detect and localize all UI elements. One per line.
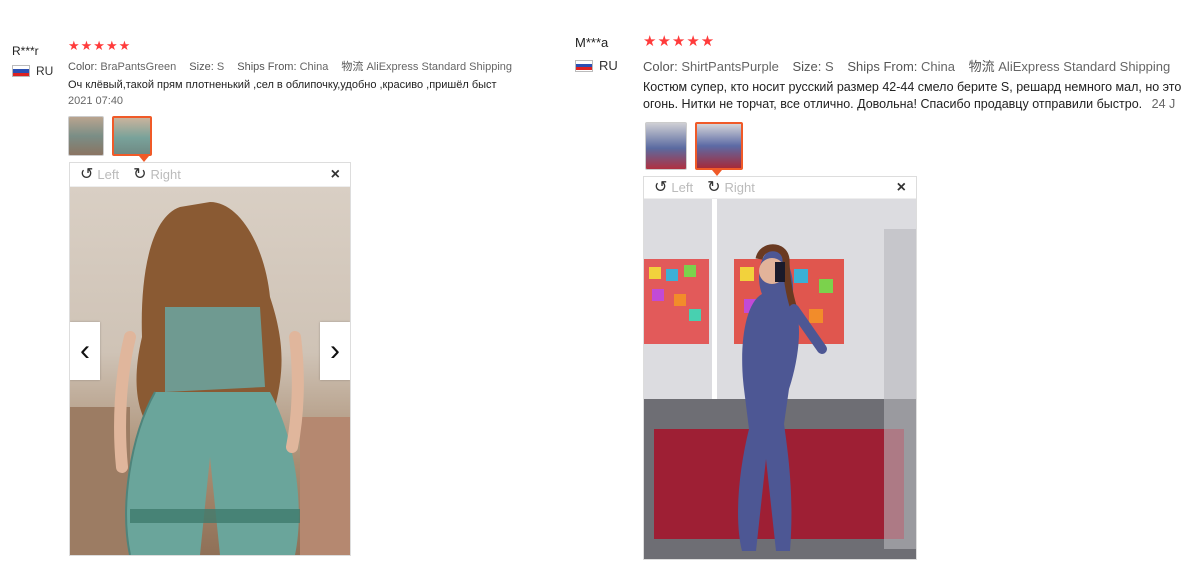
rotate-right-button[interactable]: ↻ Right	[133, 165, 181, 183]
ships-from-label: Ships From:	[237, 61, 297, 73]
shipping-value: AliExpress Standard Shipping	[366, 61, 512, 73]
photo-thumbnails	[645, 122, 743, 170]
review-photo: ‹ ›	[70, 187, 350, 555]
country-code: RU	[599, 58, 618, 73]
rating-stars: ★★★★★	[643, 33, 716, 50]
reviewer-name: R***r	[12, 44, 39, 58]
photo-thumbnail-active[interactable]	[112, 116, 152, 156]
ships-from-value: China	[299, 61, 329, 73]
shipping-label: 物流	[341, 61, 364, 73]
size-value: S	[825, 59, 834, 74]
rotate-left-button[interactable]: ↺ Left	[654, 178, 694, 196]
rotate-left-label: Left	[97, 167, 120, 182]
size-value: S	[216, 61, 225, 73]
review-photo	[644, 199, 916, 559]
color-value: ShirtPantsPurple	[681, 59, 779, 74]
rotate-right-icon: ↻	[707, 178, 721, 196]
viewer-toolbar: ↺ Left ↻ Right ×	[644, 177, 916, 199]
review-date: 24 J	[1151, 97, 1176, 111]
country-code: RU	[36, 64, 54, 78]
review-meta: Color: BraPantsGreen Size: S Ships From:…	[68, 58, 522, 74]
review-meta: Color: ShirtPantsPurple Size: S Ships Fr…	[643, 56, 1180, 75]
size-label: Size:	[189, 61, 214, 73]
chevron-right-icon: ›	[330, 334, 340, 367]
prev-photo-button[interactable]: ‹	[70, 322, 100, 380]
chevron-left-icon: ‹	[80, 334, 90, 367]
reviewer-info: R***r RU	[12, 44, 53, 78]
photo-thumbnail[interactable]	[645, 122, 687, 170]
rating-stars: ★★★★★	[68, 38, 132, 53]
review-date: 2021 07:40	[68, 95, 124, 107]
rotate-left-icon: ↺	[654, 178, 668, 196]
color-label: Color:	[643, 59, 678, 74]
rotate-right-button[interactable]: ↻ Right	[707, 178, 755, 196]
reviewer-name: M***a	[575, 35, 609, 50]
photo-thumbnails	[68, 116, 152, 156]
review-text: Оч клёвый,такой прям плотненький ,сел в …	[68, 79, 497, 91]
rotate-left-label: Left	[671, 180, 694, 195]
photo-content	[70, 202, 350, 555]
photo-thumbnail[interactable]	[68, 116, 104, 156]
reviewer-country: RU	[575, 58, 618, 73]
size-label: Size:	[792, 59, 822, 74]
review-text-line-2-content: огонь. Нитки не торчат, все отлично. Дов…	[643, 97, 1143, 111]
review-text-line-2: огонь. Нитки не торчат, все отлично. Дов…	[643, 97, 1200, 111]
photo-viewer: ↺ Left ↻ Right ×	[643, 176, 917, 560]
rotate-left-icon: ↺	[80, 165, 94, 183]
close-icon[interactable]: ×	[897, 179, 906, 197]
photo-viewer: ↺ Left ↻ Right × ‹ ›	[69, 162, 351, 556]
review-text-line-1: Костюм супер, кто носит русский размер 4…	[643, 80, 1182, 94]
photo-thumbnail-active[interactable]	[695, 122, 743, 170]
rotate-left-button[interactable]: ↺ Left	[80, 165, 120, 183]
shipping-value: AliExpress Standard Shipping	[998, 59, 1171, 74]
rotate-right-label: Right	[724, 180, 755, 195]
rotate-right-label: Right	[150, 167, 181, 182]
rotate-right-icon: ↻	[133, 165, 147, 183]
ru-flag-icon	[575, 59, 593, 72]
close-icon[interactable]: ×	[331, 166, 340, 184]
color-label: Color:	[68, 61, 98, 73]
photo-content	[644, 199, 916, 559]
reviewer-country: RU	[12, 64, 53, 78]
reviewer-info: M***a RU	[575, 35, 618, 73]
viewer-toolbar: ↺ Left ↻ Right ×	[70, 163, 350, 187]
next-photo-button[interactable]: ›	[320, 322, 350, 380]
color-value: BraPantsGreen	[100, 61, 177, 73]
ships-from-label: Ships From:	[847, 59, 918, 74]
ships-from-value: China	[921, 59, 955, 74]
shipping-label: 物流	[968, 59, 995, 74]
ru-flag-icon	[12, 65, 30, 77]
